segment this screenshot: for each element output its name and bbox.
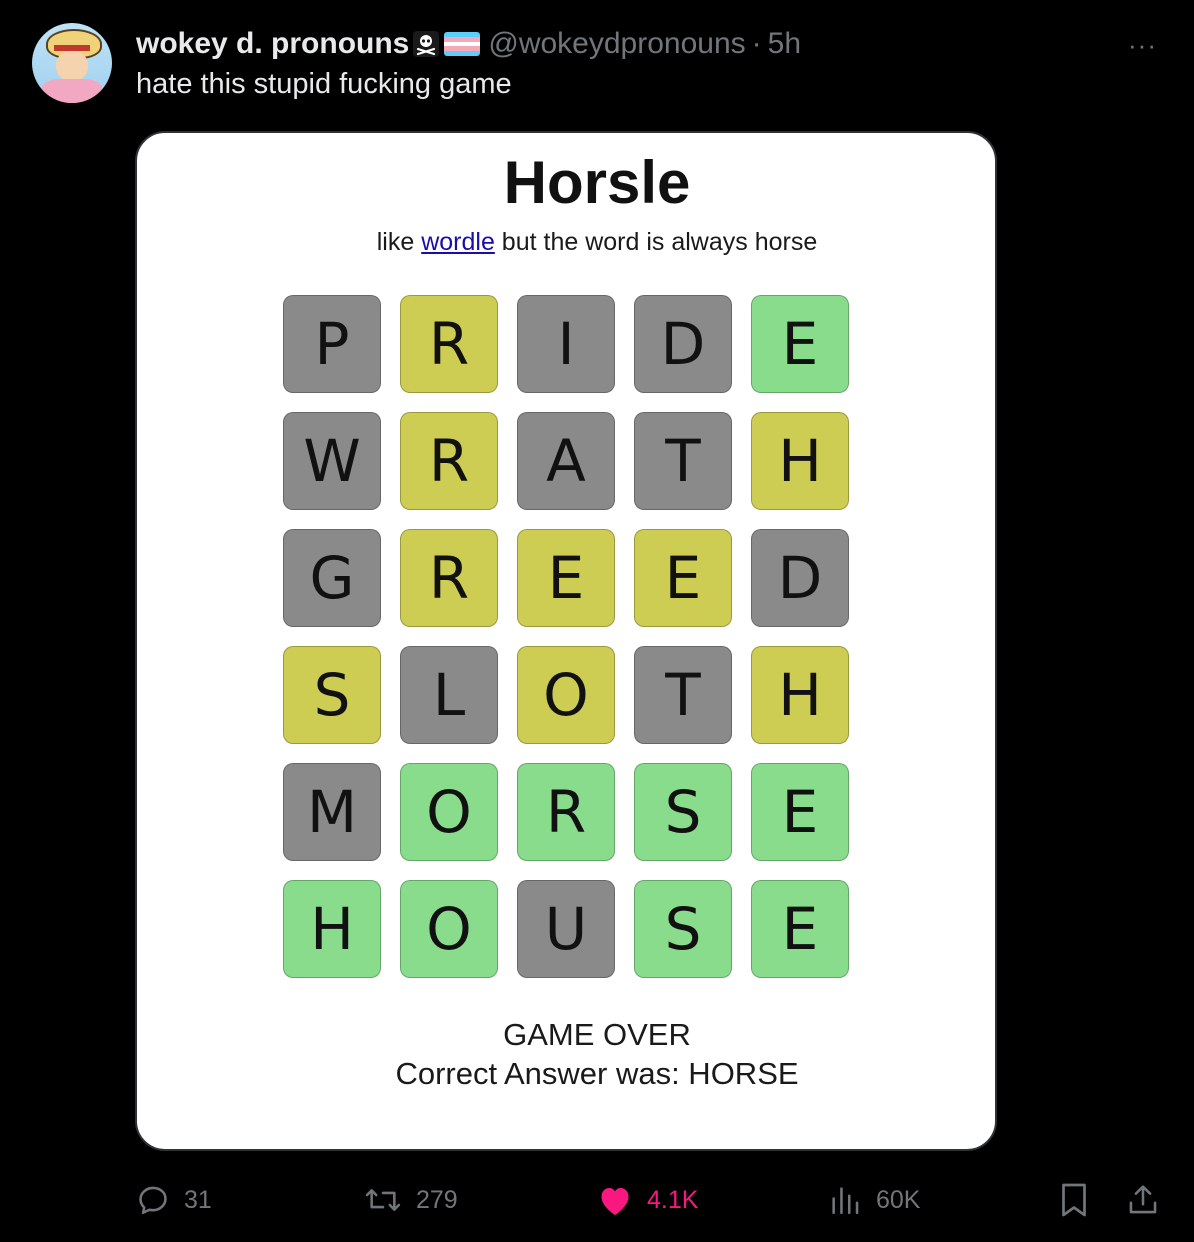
correct-answer-text: Correct Answer was: HORSE xyxy=(395,1056,799,1091)
letter-tile: P xyxy=(283,295,381,393)
letter-tile: O xyxy=(400,880,498,978)
repost-icon xyxy=(365,1189,401,1211)
timestamp[interactable]: 5h xyxy=(768,27,801,61)
letter-tile: U xyxy=(517,880,615,978)
letter-tile: M xyxy=(283,763,381,861)
letter-tile: R xyxy=(400,529,498,627)
separator-dot: · xyxy=(751,27,762,60)
views-button[interactable]: 60K xyxy=(828,1178,920,1222)
views-chart-icon xyxy=(832,1187,859,1215)
bookmark-button[interactable] xyxy=(1058,1178,1090,1222)
repost-count: 279 xyxy=(416,1185,458,1214)
letter-tile: E xyxy=(751,763,849,861)
letter-tile: S xyxy=(634,763,732,861)
game-status: GAME OVER Correct Answer was: HORSE xyxy=(0,1015,1194,1093)
user-handle[interactable]: @wokeydpronouns xyxy=(488,27,745,61)
letter-tile: R xyxy=(517,763,615,861)
letter-tile: D xyxy=(751,529,849,627)
heart-icon xyxy=(601,1188,629,1215)
reply-icon xyxy=(139,1186,167,1215)
display-name[interactable]: wokey d. pronouns xyxy=(136,27,409,61)
letter-tile: T xyxy=(634,646,732,744)
reply-button[interactable]: 31 xyxy=(136,1178,212,1222)
letter-tile: R xyxy=(400,295,498,393)
tweet-text: hate this stupid fucking game xyxy=(136,68,512,100)
letter-tile: O xyxy=(400,763,498,861)
letter-tile: E xyxy=(634,529,732,627)
skull-crossbones-icon xyxy=(412,30,440,58)
letter-tile: E xyxy=(517,529,615,627)
tweet-header: wokey d. pronouns @wokeydpronouns · 5h xyxy=(136,26,801,62)
letter-tile: O xyxy=(517,646,615,744)
game-title: Horsle xyxy=(503,149,691,216)
like-count: 4.1K xyxy=(647,1185,699,1214)
bookmark-icon xyxy=(1062,1183,1086,1217)
view-count: 60K xyxy=(876,1185,921,1214)
action-bar: 31 279 4.1K 60K xyxy=(0,1178,1194,1222)
letter-tile: T xyxy=(634,412,732,510)
letter-tile: E xyxy=(751,880,849,978)
share-icon xyxy=(1129,1185,1157,1214)
wordle-link[interactable]: wordle xyxy=(421,228,495,256)
letter-tile: A xyxy=(517,412,615,510)
attached-image[interactable] xyxy=(135,131,997,1151)
letter-tile: E xyxy=(751,295,849,393)
letter-tile: D xyxy=(634,295,732,393)
letter-tile: I xyxy=(517,295,615,393)
letter-tile: H xyxy=(283,880,381,978)
tweet: wokey d. pronouns @wokeydpronouns · 5h ·… xyxy=(0,0,1194,1242)
more-options-icon[interactable]: ··· xyxy=(1128,30,1157,61)
trans-flag-icon xyxy=(444,32,481,56)
avatar[interactable] xyxy=(32,23,112,103)
like-button[interactable]: 4.1K xyxy=(597,1178,698,1222)
letter-tile: H xyxy=(751,412,849,510)
reply-count: 31 xyxy=(184,1185,212,1214)
letter-tile: G xyxy=(283,529,381,627)
letter-tile: L xyxy=(400,646,498,744)
letter-tile: R xyxy=(400,412,498,510)
game-subtitle: like wordle but the word is always horse xyxy=(376,228,818,256)
share-button[interactable] xyxy=(1126,1178,1160,1222)
game-over-text: GAME OVER xyxy=(503,1017,691,1052)
letter-tile: W xyxy=(283,412,381,510)
letter-tile: H xyxy=(751,646,849,744)
repost-button[interactable]: 279 xyxy=(364,1178,458,1222)
letter-tile: S xyxy=(634,880,732,978)
letter-tile: S xyxy=(283,646,381,744)
